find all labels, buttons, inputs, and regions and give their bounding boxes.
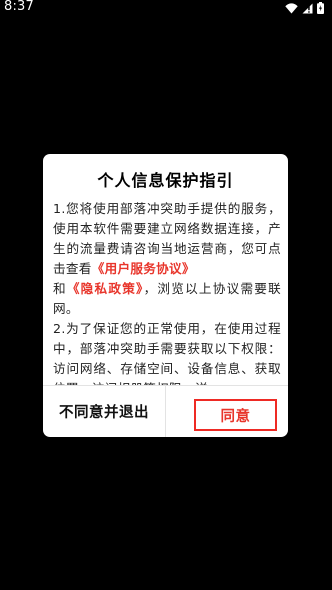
status-time: 8:37 bbox=[4, 0, 34, 14]
user-agreement-link[interactable]: 《用户服务协议》 bbox=[92, 261, 195, 276]
battery-charging-icon bbox=[317, 2, 324, 14]
decline-and-exit-button[interactable]: 不同意并退出 bbox=[43, 386, 165, 437]
privacy-policy-link[interactable]: 《隐私政策》 bbox=[67, 281, 144, 296]
privacy-dialog: 个人信息保护指引 1.您将使用部落冲突助手提供的服务，使用本软件需要建立网络数据… bbox=[43, 154, 288, 437]
paragraph-2: 2.为了保证您的正常使用，在使用过程中，部落冲突助手需要获取以下权限：访问网络、… bbox=[53, 321, 281, 385]
dialog-title: 个人信息保护指引 bbox=[97, 171, 234, 190]
status-bar: 8:37 bbox=[0, 0, 332, 16]
agree-button[interactable]: 同意 bbox=[194, 399, 277, 431]
and-text: 和 bbox=[53, 281, 67, 296]
status-icons bbox=[285, 2, 324, 14]
wifi-icon bbox=[285, 2, 298, 14]
paragraph-1: 1.您将使用部落冲突助手提供的服务，使用本软件需要建立网络数据连接，产生的流量费… bbox=[53, 199, 281, 319]
button-separator bbox=[165, 386, 166, 437]
dialog-body[interactable]: 1.您将使用部落冲突助手提供的服务，使用本软件需要建立网络数据连接，产生的流量费… bbox=[53, 199, 281, 385]
cellular-signal-icon bbox=[302, 3, 313, 14]
